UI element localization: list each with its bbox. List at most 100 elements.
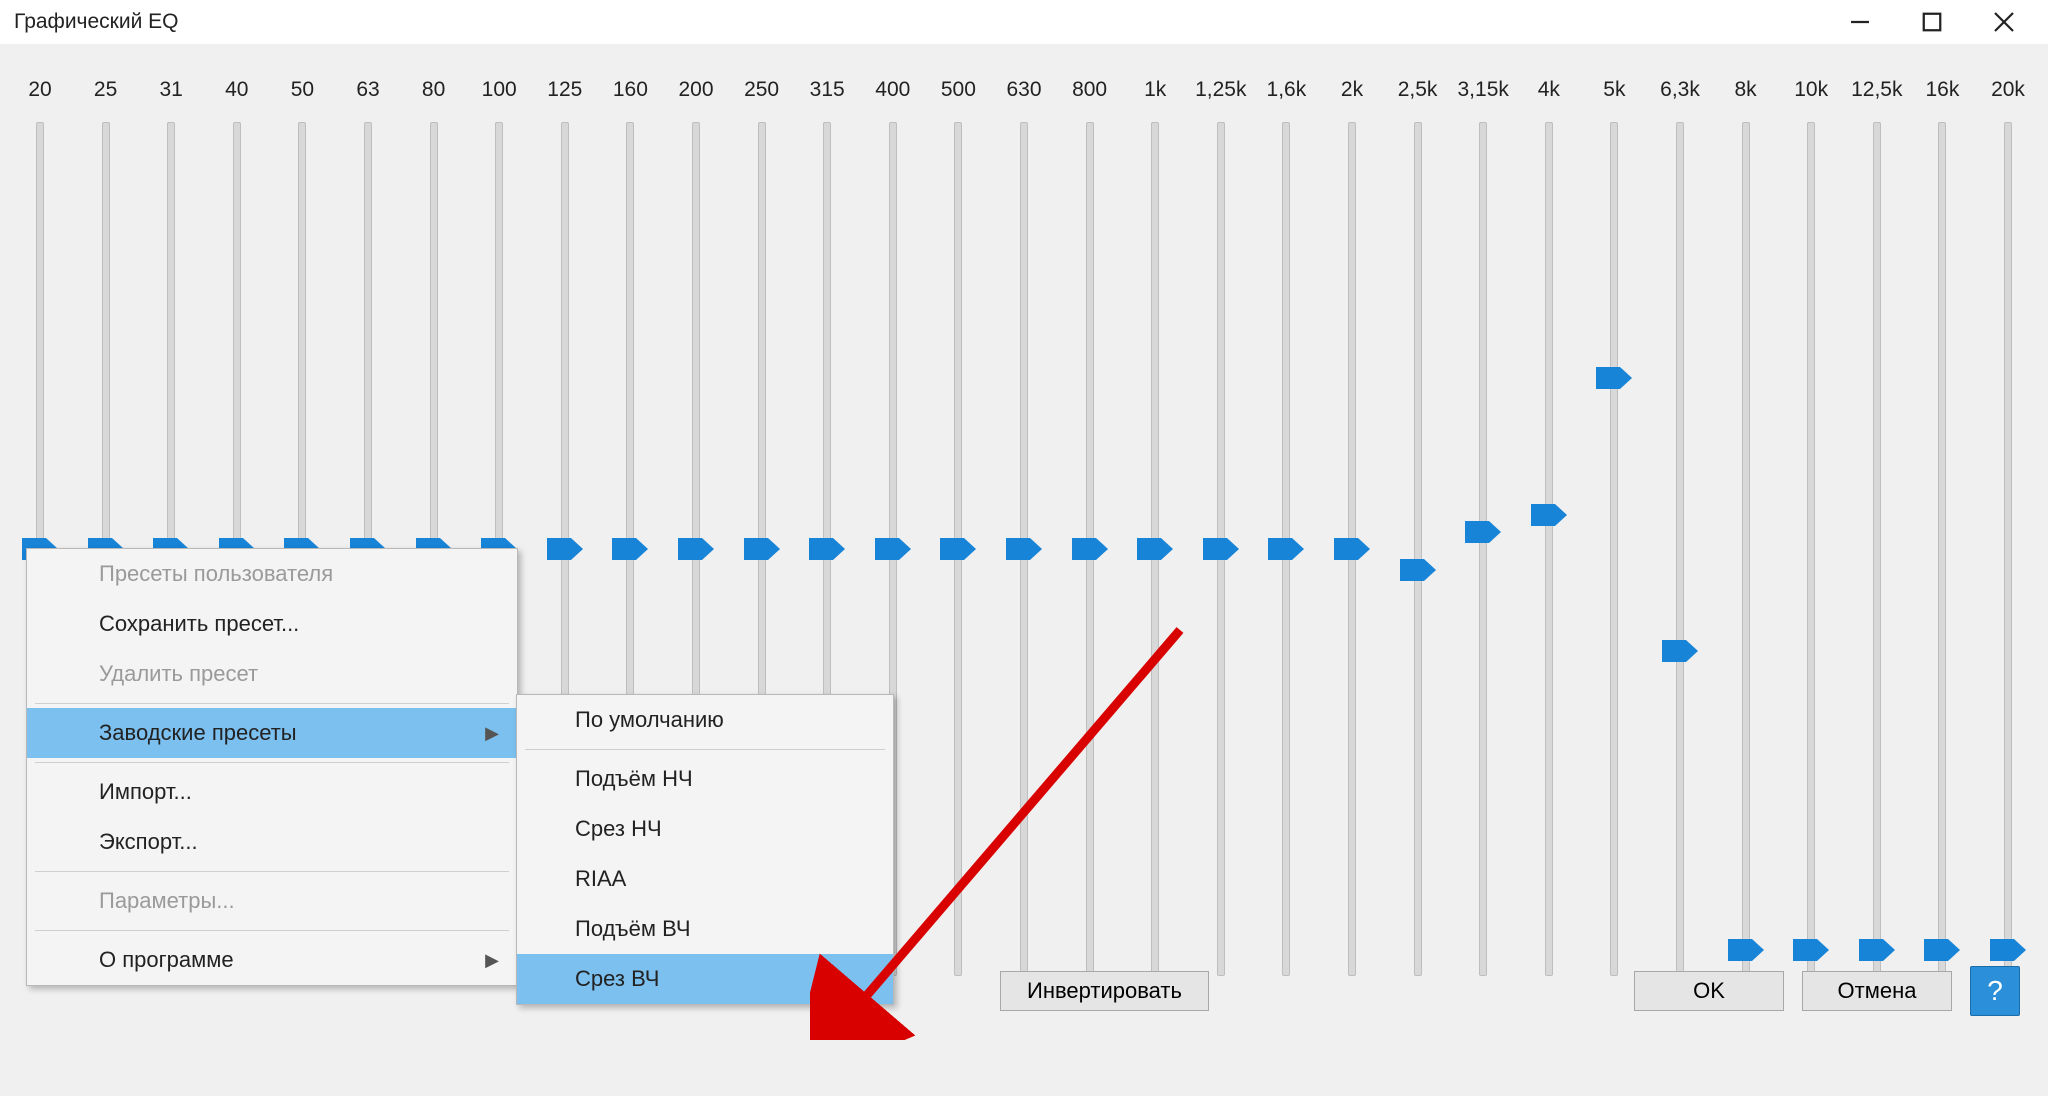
eq-slider-track-5k[interactable] (1610, 122, 1618, 976)
invert-button-label: Инвертировать (1027, 978, 1182, 1003)
eq-slider-track-16k[interactable] (1938, 122, 1946, 976)
menu-save-preset-label: Сохранить пресет... (99, 611, 299, 637)
eq-slider-track-12,5k[interactable] (1873, 122, 1881, 976)
maximize-button[interactable] (1920, 10, 1944, 34)
invert-button[interactable]: Инвертировать (1000, 971, 1209, 1011)
menu-save-preset[interactable]: Сохранить пресет... (27, 599, 517, 649)
frequency-labels-row: 2025314050638010012516020025031540050063… (0, 78, 2048, 102)
eq-slider-thumb-800[interactable] (1072, 538, 1108, 560)
menu-separator (525, 749, 885, 750)
menu-separator (35, 871, 509, 872)
freq-label-800: 800 (1072, 78, 1107, 102)
eq-slider-thumb-160[interactable] (612, 538, 648, 560)
freq-label-250: 250 (744, 78, 779, 102)
eq-slider-thumb-8k[interactable] (1728, 939, 1764, 961)
menu-separator (35, 930, 509, 931)
eq-slider-thumb-4k[interactable] (1531, 504, 1567, 526)
cancel-button[interactable]: Отмена (1802, 971, 1952, 1011)
eq-slider-track-2,5k[interactable] (1414, 122, 1422, 976)
submenu-bass-boost-label: Подъём НЧ (575, 766, 693, 792)
freq-label-50: 50 (291, 78, 314, 102)
menu-user-presets-label: Пресеты пользователя (99, 561, 333, 587)
freq-label-125: 125 (547, 78, 582, 102)
titlebar: Графический EQ (0, 0, 2048, 44)
freq-label-6,3k: 6,3k (1660, 78, 1700, 102)
submenu-bass-cut[interactable]: Срез НЧ (517, 804, 893, 854)
menu-import[interactable]: Импорт... (27, 767, 517, 817)
window-title: Графический EQ (14, 10, 1848, 34)
submenu-riaa-label: RIAA (575, 866, 626, 892)
cancel-button-label: Отмена (1838, 978, 1917, 1003)
freq-label-12,5k: 12,5k (1851, 78, 1902, 102)
eq-slider-thumb-125[interactable] (547, 538, 583, 560)
eq-slider-thumb-200[interactable] (678, 538, 714, 560)
eq-slider-thumb-12,5k[interactable] (1859, 939, 1895, 961)
submenu-treble-boost-label: Подъём ВЧ (575, 916, 691, 942)
eq-slider-thumb-6,3k[interactable] (1662, 640, 1698, 662)
eq-slider-thumb-2k[interactable] (1334, 538, 1370, 560)
freq-label-40: 40 (225, 78, 248, 102)
freq-label-1k: 1k (1144, 78, 1166, 102)
freq-label-16k: 16k (1925, 78, 1959, 102)
submenu-riaa[interactable]: RIAA (517, 854, 893, 904)
submenu-treble-boost[interactable]: Подъём ВЧ (517, 904, 893, 954)
menu-options: Параметры... (27, 876, 517, 926)
freq-label-10k: 10k (1794, 78, 1828, 102)
freq-label-80: 80 (422, 78, 445, 102)
menu-options-label: Параметры... (99, 888, 235, 914)
menu-delete-preset: Удалить пресет (27, 649, 517, 699)
minimize-button[interactable] (1848, 10, 1872, 34)
ok-button[interactable]: OK (1634, 971, 1784, 1011)
close-button[interactable] (1992, 10, 2016, 34)
menu-delete-preset-label: Удалить пресет (99, 661, 258, 687)
menu-user-presets: Пресеты пользователя (27, 549, 517, 599)
eq-slider-track-4k[interactable] (1545, 122, 1553, 976)
eq-slider-thumb-20k[interactable] (1990, 939, 2026, 961)
eq-slider-thumb-1k[interactable] (1137, 538, 1173, 560)
freq-label-1,25k: 1,25k (1195, 78, 1246, 102)
freq-label-3,15k: 3,15k (1458, 78, 1509, 102)
submenu-bass-cut-label: Срез НЧ (575, 816, 662, 842)
preset-context-menu: Пресеты пользователя Сохранить пресет...… (26, 548, 518, 986)
eq-slider-thumb-10k[interactable] (1793, 939, 1829, 961)
freq-label-63: 63 (356, 78, 379, 102)
freq-label-500: 500 (941, 78, 976, 102)
button-row: spacer Инвертировать OK Отмена ? (0, 966, 2048, 1016)
window-controls (1848, 10, 2034, 34)
eq-slider-thumb-630[interactable] (1006, 538, 1042, 560)
eq-slider-thumb-315[interactable] (809, 538, 845, 560)
eq-slider-thumb-1,25k[interactable] (1203, 538, 1239, 560)
submenu-bass-boost[interactable]: Подъём НЧ (517, 754, 893, 804)
freq-label-20k: 20k (1991, 78, 2025, 102)
freq-label-1,6k: 1,6k (1267, 78, 1307, 102)
eq-slider-track-8k[interactable] (1742, 122, 1750, 976)
eq-slider-track-10k[interactable] (1807, 122, 1815, 976)
eq-slider-thumb-3,15k[interactable] (1465, 521, 1501, 543)
eq-slider-thumb-250[interactable] (744, 538, 780, 560)
freq-label-315: 315 (810, 78, 845, 102)
menu-import-label: Импорт... (99, 779, 192, 805)
factory-presets-submenu: По умолчанию Подъём НЧ Срез НЧ RIAA Подъ… (516, 694, 894, 1005)
menu-export[interactable]: Экспорт... (27, 817, 517, 867)
help-button[interactable]: ? (1970, 966, 2020, 1016)
eq-slider-thumb-1,6k[interactable] (1268, 538, 1304, 560)
eq-slider-thumb-400[interactable] (875, 538, 911, 560)
menu-factory-presets[interactable]: Заводские пресеты ▶ (27, 708, 517, 758)
freq-label-20: 20 (28, 78, 51, 102)
eq-slider-thumb-500[interactable] (940, 538, 976, 560)
menu-factory-presets-label: Заводские пресеты (99, 720, 297, 746)
freq-label-31: 31 (160, 78, 183, 102)
eq-slider-track-6,3k[interactable] (1676, 122, 1684, 976)
eq-slider-thumb-5k[interactable] (1596, 367, 1632, 389)
eq-slider-thumb-2,5k[interactable] (1400, 559, 1436, 581)
freq-label-2,5k: 2,5k (1398, 78, 1438, 102)
submenu-default-label: По умолчанию (575, 707, 724, 733)
ok-button-label: OK (1693, 978, 1725, 1003)
eq-slider-thumb-16k[interactable] (1924, 939, 1960, 961)
eq-slider-track-3,15k[interactable] (1479, 122, 1487, 976)
eq-slider-track-20k[interactable] (2004, 122, 2012, 976)
menu-separator (35, 762, 509, 763)
submenu-default[interactable]: По умолчанию (517, 695, 893, 745)
freq-label-630: 630 (1006, 78, 1041, 102)
freq-label-4k: 4k (1538, 78, 1560, 102)
